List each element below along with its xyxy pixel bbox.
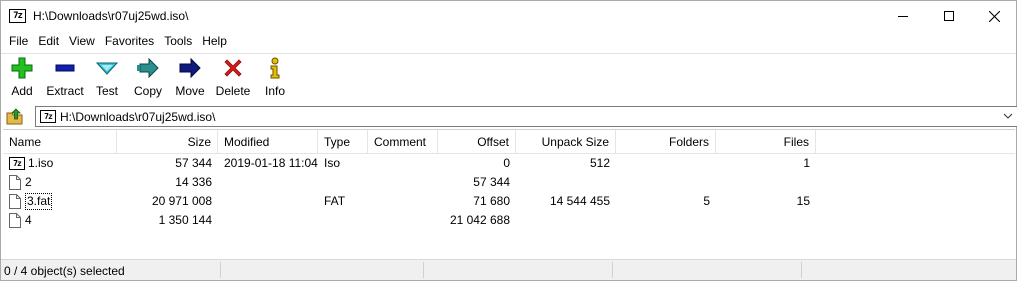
- row-name-cell: 4: [3, 211, 117, 230]
- column-header-modified[interactable]: Modified: [218, 130, 318, 154]
- list-row[interactable]: 4 1 350 144 21 042 688: [3, 211, 1015, 230]
- add-label: Add: [11, 84, 33, 98]
- copy-label: Copy: [133, 84, 162, 98]
- move-label: Move: [175, 84, 205, 98]
- delete-x-icon: [224, 59, 242, 77]
- app-window: 7z H:\Downloads\r07uj25wd.iso\ File Edit…: [0, 0, 1017, 281]
- list-row[interactable]: 2 14 336 57 344: [3, 173, 1015, 192]
- maximize-icon: [944, 11, 954, 21]
- address-path: H:\Downloads\r07uj25wd.iso\: [60, 110, 216, 124]
- toolbar: Add Extract Test Copy Move Delete Info: [1, 53, 1016, 101]
- row-offset: 71 680: [473, 194, 510, 208]
- status-bar: 0 / 4 object(s) selected: [1, 259, 1016, 280]
- file-list[interactable]: Name Size Modified Type Comment Offset U…: [3, 129, 1015, 257]
- column-header-offset[interactable]: Offset: [438, 130, 516, 154]
- row-name-cell: 3.fat: [3, 192, 117, 211]
- row-size: 1 350 144: [158, 213, 212, 227]
- delete-button[interactable]: Delete: [215, 56, 251, 100]
- column-header-folders[interactable]: Folders: [616, 130, 716, 154]
- status-divider: [612, 262, 613, 278]
- menu-help[interactable]: Help: [197, 34, 232, 48]
- file-icon: [9, 194, 21, 209]
- column-header-files[interactable]: Files: [716, 130, 816, 154]
- row-name: 4: [25, 213, 32, 227]
- row-size: 20 971 008: [151, 194, 212, 208]
- copy-arrow-icon: [137, 57, 159, 79]
- copy-button[interactable]: Copy: [133, 56, 163, 100]
- row-offset: 21 042 688: [449, 213, 510, 227]
- row-size: 57 344: [175, 156, 212, 170]
- row-offset: 57 344: [473, 175, 510, 189]
- move-button[interactable]: Move: [174, 56, 206, 100]
- chevron-down-icon[interactable]: [1003, 111, 1013, 121]
- row-name: 1.iso: [28, 156, 54, 170]
- row-files: 15: [796, 194, 810, 208]
- row-size: 14 336: [175, 175, 212, 189]
- check-icon: [95, 62, 119, 75]
- menu-bar: File Edit View Favorites Tools Help: [1, 31, 1016, 51]
- column-header-size[interactable]: Size: [117, 130, 218, 154]
- close-icon: [988, 10, 1000, 22]
- info-label: Info: [264, 84, 285, 98]
- address-input[interactable]: 7z H:\Downloads\r07uj25wd.iso\: [35, 106, 1017, 127]
- minimize-icon: [898, 16, 908, 17]
- iso-archive-icon: 7z: [9, 157, 25, 170]
- status-divider: [801, 262, 802, 278]
- row-name-cell: 2: [3, 173, 117, 192]
- column-header-type[interactable]: Type: [318, 130, 368, 154]
- menu-edit[interactable]: Edit: [33, 34, 64, 48]
- folder-up-icon[interactable]: [6, 107, 24, 125]
- row-unpack-size: 14 544 455: [549, 194, 610, 208]
- column-header-name[interactable]: Name: [3, 130, 117, 154]
- add-button[interactable]: Add: [9, 56, 35, 100]
- move-arrow-icon: [179, 57, 201, 79]
- list-header: Name Size Modified Type Comment Offset U…: [3, 130, 1015, 154]
- row-type: Iso: [324, 156, 341, 170]
- status-divider: [220, 262, 221, 278]
- title-bar[interactable]: 7z H:\Downloads\r07uj25wd.iso\: [1, 1, 1016, 31]
- menu-view[interactable]: View: [64, 34, 100, 48]
- row-files: 1: [803, 156, 810, 170]
- row-name: 3.fat: [25, 193, 53, 210]
- row-name-cell: 7z 1.iso: [3, 154, 117, 173]
- minus-icon: [55, 64, 75, 72]
- row-folders: 5: [703, 194, 710, 208]
- row-offset: 0: [503, 156, 510, 170]
- status-divider: [423, 262, 424, 278]
- maximize-button[interactable]: [926, 1, 972, 31]
- info-button[interactable]: Info: [263, 56, 287, 100]
- extract-button[interactable]: Extract: [45, 56, 85, 100]
- iso-archive-icon: 7z: [40, 110, 56, 123]
- selection-status: 0 / 4 object(s) selected: [4, 264, 125, 278]
- extract-label: Extract: [46, 84, 84, 98]
- menu-file[interactable]: File: [4, 34, 33, 48]
- minimize-button[interactable]: [880, 1, 926, 31]
- list-row[interactable]: 7z 1.iso 57 344 2019-01-18 11:04 Iso 0 5…: [3, 154, 1015, 173]
- test-button[interactable]: Test: [94, 56, 120, 100]
- row-folders: [616, 154, 716, 173]
- 7zip-app-icon: 7z: [9, 9, 26, 23]
- row-unpack-size: 512: [589, 156, 610, 170]
- menu-tools[interactable]: Tools: [159, 34, 197, 48]
- menu-favorites[interactable]: Favorites: [100, 34, 159, 48]
- address-bar: 7z H:\Downloads\r07uj25wd.iso\: [1, 103, 1017, 129]
- column-header-comment[interactable]: Comment: [368, 130, 438, 154]
- row-modified: 2019-01-18 11:04: [224, 156, 318, 170]
- window-title: H:\Downloads\r07uj25wd.iso\: [33, 9, 189, 23]
- row-type: FAT: [324, 194, 346, 208]
- close-button[interactable]: [971, 1, 1017, 31]
- column-header-unpack-size[interactable]: Unpack Size: [516, 130, 616, 154]
- test-label: Test: [95, 84, 118, 98]
- info-icon: [270, 57, 280, 79]
- row-name: 2: [25, 175, 32, 189]
- delete-label: Delete: [215, 84, 251, 98]
- list-row[interactable]: 3.fat 20 971 008 FAT 71 680 14 544 455 5…: [3, 192, 1015, 211]
- file-icon: [9, 213, 21, 228]
- file-icon: [9, 175, 21, 190]
- plus-icon: [11, 57, 33, 79]
